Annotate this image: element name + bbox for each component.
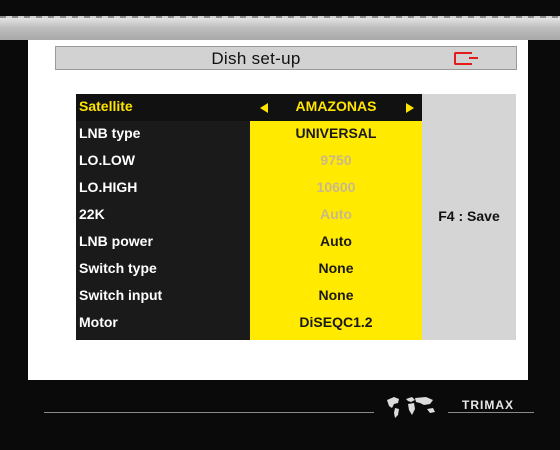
brand-logo: TRIMAX <box>462 398 514 412</box>
save-hint: F4 : Save <box>438 208 500 224</box>
menu-row-lo-low: LO.LOW 9750 <box>76 148 422 175</box>
menu-row-22k: 22K Auto <box>76 202 422 229</box>
menu-row-value: Auto <box>320 233 352 249</box>
menu-row-switch-input[interactable]: Switch input None <box>76 283 422 310</box>
footer-divider <box>44 412 374 413</box>
menu-row-satellite[interactable]: Satellite AMAZONAS <box>76 94 422 121</box>
menu-row-value: None <box>318 260 354 276</box>
menu-row-label: Switch type <box>79 260 157 276</box>
menu-row-value: DiSEQC1.2 <box>299 314 373 330</box>
menu-row-label: LO.HIGH <box>79 179 138 195</box>
menu-row-label: Satellite <box>79 98 133 114</box>
menu-row-value: None <box>318 287 354 303</box>
menu-row-label: Switch input <box>79 287 163 303</box>
menu-row-label: LNB type <box>79 125 141 141</box>
menu-row-label: LNB power <box>79 233 153 249</box>
world-map-icon <box>387 397 435 418</box>
footer: TRIMAX <box>0 380 560 450</box>
menu-row-value: UNIVERSAL <box>295 125 377 141</box>
menu-row-motor[interactable]: Motor DiSEQC1.2 <box>76 310 422 337</box>
menu-row-value: 9750 <box>320 152 352 168</box>
menu-row-label: 22K <box>79 206 105 222</box>
arrow-right-icon[interactable] <box>406 103 414 113</box>
page-title: Dish set-up <box>211 49 301 68</box>
menu-row-lnb-type[interactable]: LNB type UNIVERSAL <box>76 121 422 148</box>
menu-row-lnb-power[interactable]: LNB power Auto <box>76 229 422 256</box>
menu-row-value: Auto <box>320 206 352 222</box>
menu-row-value: AMAZONAS <box>295 98 377 114</box>
menu-row-switch-type[interactable]: Switch type None <box>76 256 422 283</box>
top-bar <box>0 18 560 40</box>
menu-row-value: 10600 <box>316 179 356 195</box>
menu-row-label: LO.LOW <box>79 152 135 168</box>
title-bar: Dish set-up <box>55 46 517 70</box>
menu-row-label: Motor <box>79 314 118 330</box>
exit-icon[interactable] <box>454 52 478 65</box>
side-hint-panel: F4 : Save <box>422 94 516 340</box>
footer-divider <box>448 412 534 413</box>
menu-row-lo-high: LO.HIGH 10600 <box>76 175 422 202</box>
